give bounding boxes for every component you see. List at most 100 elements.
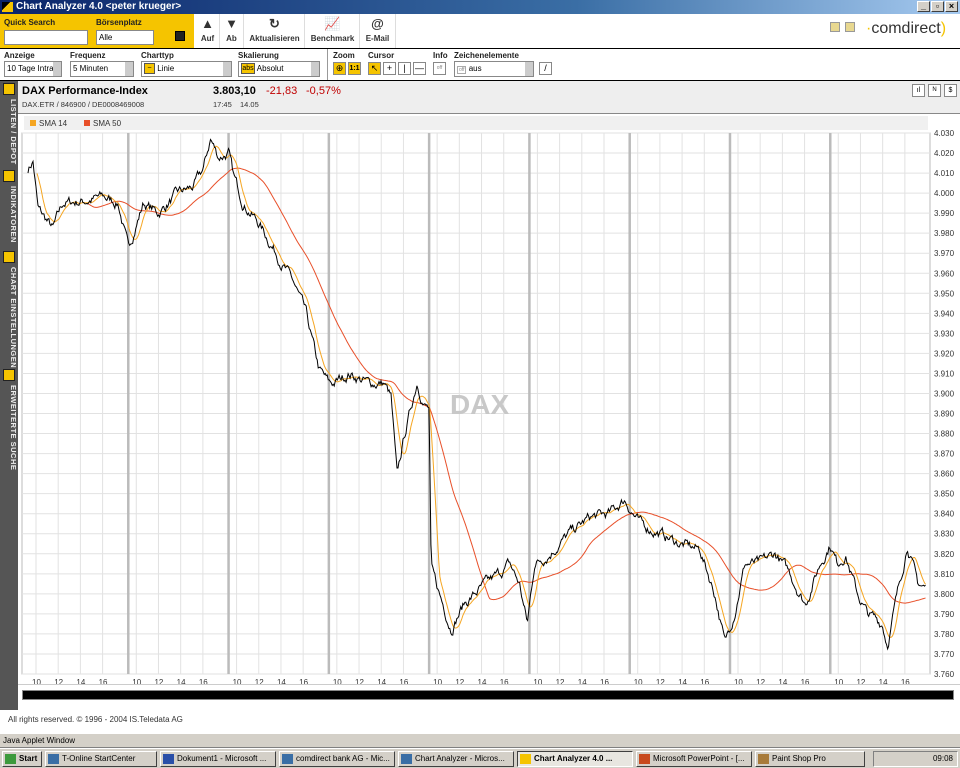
chart-analyzer-icon — [520, 754, 531, 764]
task-button[interactable]: comdirect bank AG - Mic... — [279, 751, 395, 767]
pointer-cursor-icon[interactable]: ↖ — [368, 62, 381, 75]
crosshair-cursor-icon[interactable]: + — [383, 62, 396, 75]
y-tick-label: 4.030 — [934, 129, 955, 138]
system-tray: 09:08 — [873, 751, 958, 767]
draw-line-icon[interactable]: / — [539, 62, 552, 75]
copyright: All rights reserved. © 1996 - 2004 IS.Te… — [8, 715, 183, 724]
down-button[interactable]: ▼ Ab — [220, 14, 244, 48]
scrollbar-thumb[interactable] — [22, 690, 954, 700]
horizontal-cursor-icon[interactable]: — — [413, 62, 426, 75]
price-time: 17:45 — [213, 100, 232, 109]
sidebar-item-listen-depot[interactable]: LISTEN / DEPOT — [0, 81, 18, 181]
anzeige-select[interactable]: 10 Tage Intrad — [4, 61, 62, 77]
task-button[interactable]: T-Online StartCenter — [45, 751, 157, 767]
task-button[interactable]: Chart Analyzer - Micros... — [398, 751, 514, 767]
browser-icon — [282, 754, 293, 764]
y-tick-label: 3.850 — [934, 490, 955, 499]
task-button-active[interactable]: Chart Analyzer 4.0 ... — [517, 751, 633, 767]
clock: 09:08 — [932, 754, 953, 763]
y-tick-label: 3.930 — [934, 329, 955, 338]
price-change-percent: -0,57% — [306, 85, 341, 97]
frequenz-select[interactable]: 5 Minuten — [70, 61, 134, 77]
instrument-header: DAX Performance-Index DAX.ETR / 846900 /… — [18, 81, 960, 114]
charttyp-select[interactable]: ~ Linie — [141, 61, 232, 77]
paint-shop-icon — [758, 754, 769, 764]
charttyp-label: Charttyp — [141, 51, 174, 60]
chart-scrollbar[interactable] — [18, 684, 960, 706]
user-icon[interactable] — [845, 22, 855, 32]
start-label: Start — [19, 754, 38, 763]
cursor-label: Cursor — [368, 51, 395, 60]
sidebar-item-chart-einstellungen[interactable]: CHART EINSTELLUNGEN — [0, 249, 18, 368]
chart-controls: Anzeige 10 Tage Intrad Frequenz 5 Minute… — [0, 49, 960, 81]
y-tick-label: 3.910 — [934, 369, 955, 378]
y-tick-label: 3.880 — [934, 430, 955, 439]
y-tick-label: 3.940 — [934, 309, 955, 318]
legend-label: SMA 50 — [93, 119, 122, 128]
bar-chart-icon[interactable]: ıl — [912, 84, 925, 97]
brand-logo: ·comdirect) — [866, 20, 947, 37]
instrument-ids: DAX.ETR / 846900 / DE0008469008 — [22, 100, 145, 109]
title-bar: Chart Analyzer 4.0 <peter krueger> _ ▫ × — [0, 0, 960, 14]
maximize-button[interactable]: ▫ — [931, 1, 944, 12]
task-button[interactable]: Microsoft PowerPoint - [... — [636, 751, 752, 767]
skalierung-select[interactable]: abs Absolut — [238, 61, 320, 77]
benchmark-button[interactable]: 📈 Benchmark — [306, 14, 360, 48]
task-label: Microsoft PowerPoint - [... — [653, 754, 745, 763]
news-icon[interactable]: N — [928, 84, 941, 97]
zoom-in-icon[interactable]: ⊕ — [333, 62, 346, 75]
arrow-up-icon: ▲ — [201, 16, 214, 31]
boersenplatz-value: Alle — [99, 33, 113, 42]
chart-watermark: DAX — [450, 389, 509, 420]
print-icon[interactable] — [830, 22, 840, 32]
refresh-button[interactable]: ↻ Aktualisieren — [245, 14, 305, 48]
sidebar: LISTEN / DEPOT INDIKATOREN CHART EINSTEL… — [0, 81, 18, 710]
taskbar: Start T-Online StartCenter Dokument1 - M… — [0, 748, 960, 768]
price-chart[interactable]: 3.760 3.770 3.780 3.790 3.800 3.810 3.820 3.830… — [18, 114, 960, 697]
app-icon — [48, 754, 59, 764]
sidebar-label: LISTEN / DEPOT — [9, 99, 18, 165]
email-button[interactable]: @ E-Mail — [360, 14, 396, 48]
start-button[interactable]: Start — [2, 751, 42, 767]
y-tick-label: 3.890 — [934, 410, 955, 419]
task-button[interactable]: Paint Shop Pro — [755, 751, 865, 767]
settings-icon — [3, 251, 15, 263]
y-tick-label: 3.960 — [934, 269, 955, 278]
zoom-reset-button[interactable]: 1:1 — [348, 62, 361, 75]
y-tick-label: 3.980 — [934, 229, 955, 238]
at-icon: @ — [371, 16, 384, 31]
window-title: Chart Analyzer 4.0 <peter krueger> — [16, 1, 182, 12]
anzeige-value: 10 Tage Intrad — [7, 64, 59, 73]
boersenplatz-select[interactable]: Alle — [96, 30, 154, 45]
currency-icon[interactable]: $ — [944, 84, 957, 97]
y-tick-label: 3.970 — [934, 249, 955, 258]
sidebar-item-erweiterte-suche[interactable]: ERWEITERTE SUCHE — [0, 367, 18, 470]
legend-swatch — [30, 120, 36, 126]
line-chart-icon: ~ — [144, 63, 155, 75]
task-label: Chart Analyzer - Micros... — [415, 754, 505, 763]
close-button[interactable]: × — [945, 1, 958, 12]
legend-swatch — [84, 120, 90, 126]
sidebar-item-indikatoren[interactable]: INDIKATOREN — [0, 168, 18, 248]
abs-icon: abs — [241, 63, 255, 75]
minimize-button[interactable]: _ — [917, 1, 930, 12]
vertical-cursor-icon[interactable]: | — [398, 62, 411, 75]
up-label: Auf — [200, 34, 215, 43]
y-tick-label: 4.000 — [934, 189, 955, 198]
info-toggle[interactable]: off — [433, 62, 446, 75]
zeichen-select[interactable]: off aus — [454, 61, 534, 77]
go-button[interactable] — [175, 31, 185, 41]
quick-search-panel: Quick Search Börsenplatz Alle — [0, 14, 194, 48]
search-icon — [3, 369, 15, 381]
folder-icon — [3, 83, 15, 95]
refresh-label: Aktualisieren — [249, 34, 300, 43]
y-tick-label: 3.920 — [934, 349, 955, 358]
quick-search-input[interactable] — [4, 30, 88, 45]
task-label: Chart Analyzer 4.0 ... — [534, 754, 613, 763]
task-label: comdirect bank AG - Mic... — [296, 754, 390, 763]
y-tick-label: 3.840 — [934, 510, 955, 519]
up-button[interactable]: ▲ Auf — [196, 14, 220, 48]
divider — [327, 49, 328, 80]
task-button[interactable]: Dokument1 - Microsoft ... — [160, 751, 276, 767]
zeichen-label: Zeichenelemente — [454, 51, 519, 60]
